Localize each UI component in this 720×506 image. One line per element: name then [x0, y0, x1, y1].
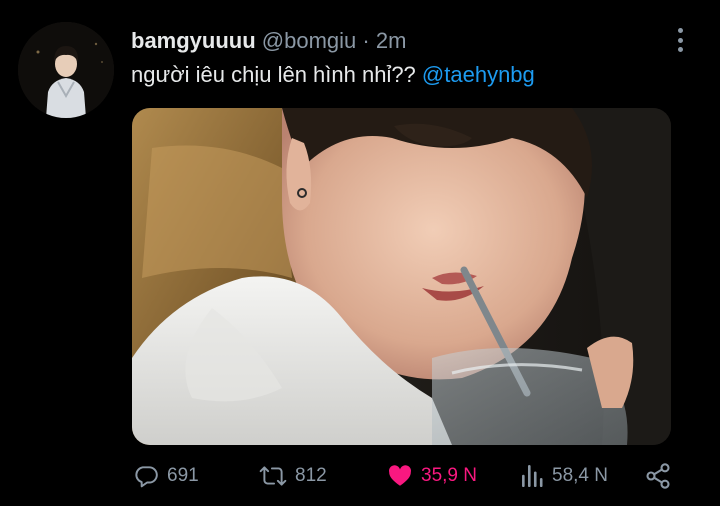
tweet-text: người iêu chịu lên hình nhỉ?? @taehynbg: [131, 60, 535, 90]
heart-filled-icon: [389, 465, 412, 486]
share-icon: [646, 463, 670, 489]
display-name[interactable]: bamgyuuuu: [131, 28, 256, 53]
separator-dot: ·: [362, 28, 370, 53]
mention-link[interactable]: @taehynbg: [422, 62, 535, 87]
views-bar-icon: [522, 464, 543, 488]
timestamp[interactable]: 2m: [376, 28, 407, 53]
view-count: 58,4 N: [552, 465, 608, 486]
share-button[interactable]: [644, 456, 680, 496]
tweet-actions: 691 812 35,9 N 58,4 N: [0, 456, 720, 496]
reply-button[interactable]: 691: [133, 456, 199, 496]
reply-count: 691: [167, 465, 199, 486]
more-vertical-icon[interactable]: [668, 26, 692, 54]
like-count: 35,9 N: [421, 465, 477, 486]
avatar[interactable]: [18, 22, 114, 118]
tweet-photo[interactable]: [132, 108, 671, 445]
photo-image: [132, 108, 671, 445]
tweet-header: bamgyuuuu @bomgiu · 2m: [131, 26, 406, 56]
tweet-card[interactable]: bamgyuuuu @bomgiu · 2m người iêu chịu lê…: [0, 0, 720, 506]
retweet-count: 812: [295, 465, 327, 486]
avatar-photo: [18, 22, 114, 118]
tweet-body: người iêu chịu lên hình nhỉ??: [131, 62, 416, 87]
reply-icon: [135, 466, 158, 488]
retweet-icon: [259, 466, 287, 486]
user-handle[interactable]: @bomgiu: [262, 28, 357, 53]
views-button[interactable]: 58,4 N: [520, 456, 608, 496]
retweet-button[interactable]: 812: [259, 456, 327, 496]
like-button[interactable]: 35,9 N: [387, 456, 477, 496]
